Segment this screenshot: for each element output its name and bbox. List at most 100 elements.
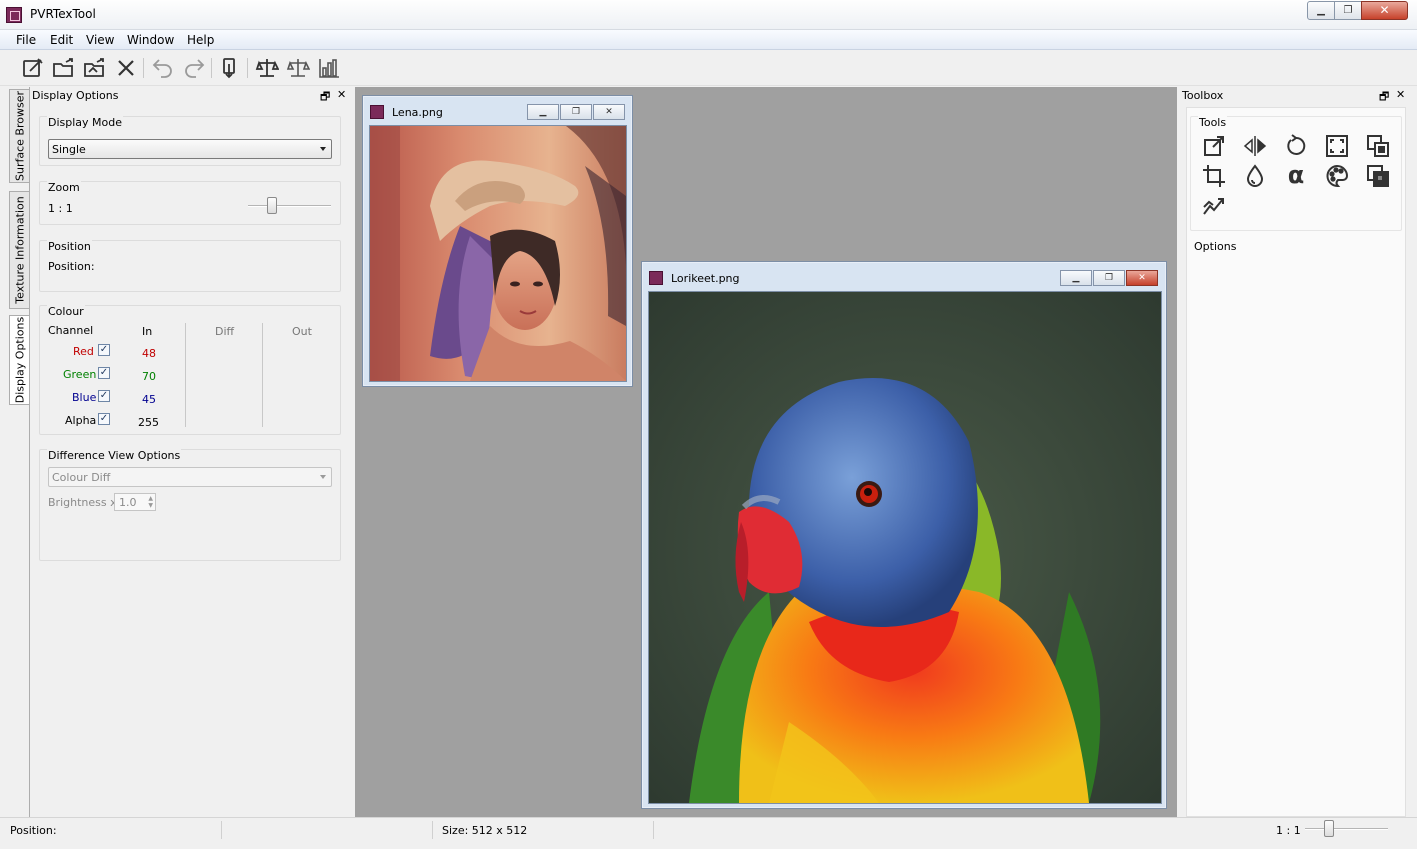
menu-view[interactable]: View (86, 33, 114, 47)
toolbar (0, 50, 1417, 86)
toolbar-separator (247, 58, 248, 78)
tab-surface-browser-label: Surface Browser (13, 91, 27, 181)
app-icon (370, 105, 384, 119)
mdi-title-bar[interactable]: Lorikeet.png ▁ ❐ ✕ (642, 262, 1166, 290)
panel-title: Display Options (30, 87, 350, 105)
menu-help[interactable]: Help (187, 33, 214, 47)
divider (185, 323, 186, 427)
new-icon[interactable] (21, 56, 45, 80)
channel-red-checkbox[interactable]: ✓ (98, 344, 110, 356)
spin-up-icon[interactable]: ▲ (148, 495, 153, 502)
channel-icon[interactable] (1242, 163, 1268, 189)
compare-alt-icon[interactable] (286, 56, 311, 80)
maximize-button[interactable]: ❐ (1334, 1, 1362, 20)
channel-green-checkbox[interactable]: ✓ (98, 367, 110, 379)
open-folder-icon[interactable] (83, 56, 107, 80)
channel-header: Channel (48, 324, 94, 337)
zoom-group: Zoom 1 : 1 (39, 181, 341, 225)
mipmap-icon[interactable] (1201, 193, 1227, 219)
redo-icon[interactable] (182, 56, 206, 80)
channel-blue-label: Blue (72, 391, 97, 404)
zoom-slider-track[interactable] (248, 205, 331, 207)
flip-icon[interactable] (1242, 133, 1268, 159)
divider (262, 323, 263, 427)
panel-title: Toolbox (1180, 87, 1408, 105)
undo-icon[interactable] (151, 56, 175, 80)
menu-edit[interactable]: Edit (50, 33, 73, 47)
tools-group: Tools α (1190, 116, 1402, 231)
alpha-icon[interactable]: α (1283, 163, 1309, 189)
diff-header: Diff (215, 325, 235, 338)
maximize-button[interactable]: ❐ (560, 104, 592, 120)
group-title: Colour (47, 305, 85, 318)
compare-icon[interactable] (255, 56, 280, 80)
channel-blue-checkbox[interactable]: ✓ (98, 390, 110, 402)
open-icon[interactable] (52, 56, 76, 80)
brightness-label: Brightness x (48, 496, 117, 509)
minimize-button[interactable]: ▁ (527, 104, 559, 120)
channel-alpha-checkbox[interactable]: ✓ (98, 413, 110, 425)
menu-file[interactable]: File (16, 33, 36, 47)
encode-icon[interactable] (218, 56, 242, 80)
spin-down-icon[interactable]: ▼ (148, 502, 153, 509)
brightness-spinbox[interactable]: 1.0 ▲ ▼ (114, 493, 156, 511)
status-divider (653, 821, 654, 839)
mdi-title-bar[interactable]: Lena.png ▁ ❐ ✕ (363, 96, 632, 124)
chevron-down-icon (320, 475, 326, 479)
close-icon[interactable] (114, 56, 138, 80)
difference-view-group: Difference View Options Colour Diff Brig… (39, 449, 341, 561)
channel-blue-value: 45 (142, 393, 156, 406)
title-bar: PVRTexTool ▁ ❐ ✕ (0, 0, 1417, 30)
channel-green-value: 70 (142, 370, 156, 383)
chevron-down-icon (320, 147, 326, 151)
resize-icon[interactable] (1201, 133, 1227, 159)
image-window-lena[interactable]: Lena.png ▁ ❐ ✕ (362, 95, 633, 387)
float-panel-button[interactable]: 🗗 (1379, 88, 1389, 107)
group-title: Position (47, 240, 92, 253)
image-window-lorikeet[interactable]: Lorikeet.png ▁ ❐ ✕ (641, 261, 1167, 809)
status-bar: Position: Size: 512 x 512 1 : 1 (0, 817, 1417, 849)
difference-mode-select[interactable]: Colour Diff (48, 467, 332, 487)
tab-display-options[interactable]: Display Options (9, 315, 30, 405)
display-mode-select[interactable]: Single (48, 139, 332, 159)
minimize-button[interactable]: ▁ (1060, 270, 1092, 286)
display-options-panel: Display Options 🗗 ✕ Display Mode Single … (30, 87, 350, 817)
histogram-icon[interactable] (317, 56, 341, 80)
normal-map-icon[interactable] (1365, 163, 1391, 189)
float-panel-button[interactable]: 🗗 (320, 88, 330, 107)
minimize-button[interactable]: ▁ (1307, 1, 1335, 20)
close-panel-button[interactable]: ✕ (337, 88, 346, 101)
channel-green-label: Green (63, 368, 97, 381)
tab-texture-information[interactable]: Texture Information (9, 191, 30, 309)
display-mode-value: Single (52, 143, 86, 156)
tab-texture-information-label: Texture Information (13, 196, 27, 304)
menu-window[interactable]: Window (127, 33, 174, 47)
maximize-button[interactable]: ❐ (1093, 270, 1125, 286)
close-window-button[interactable]: ✕ (1361, 1, 1408, 20)
close-panel-button[interactable]: ✕ (1396, 88, 1405, 101)
tab-display-options-label: Display Options (13, 316, 27, 404)
colour-group: Colour Channel In Diff Out Red ✓ 48 Gree… (39, 305, 341, 435)
close-button[interactable]: ✕ (1126, 270, 1158, 286)
rotate-icon[interactable] (1283, 133, 1309, 159)
close-button[interactable]: ✕ (593, 104, 625, 120)
tab-surface-browser[interactable]: Surface Browser (9, 89, 30, 183)
crop-icon[interactable] (1201, 163, 1227, 189)
status-size: Size: 512 x 512 (442, 824, 528, 837)
options-label: Options (1194, 240, 1237, 253)
group-title: Zoom (47, 181, 81, 194)
zoom-slider-thumb[interactable] (266, 197, 277, 214)
status-position: Position: (10, 824, 57, 837)
toolbar-separator (143, 58, 144, 78)
status-zoom-slider-track[interactable] (1305, 828, 1388, 830)
colour-icon[interactable] (1324, 163, 1350, 189)
border-icon[interactable] (1324, 133, 1350, 159)
status-divider (221, 821, 222, 839)
mdi-window-title: Lorikeet.png (671, 272, 740, 285)
app-icon (649, 271, 663, 285)
pre-multiply-icon[interactable] (1365, 133, 1391, 159)
status-zoom-slider-thumb[interactable] (1323, 820, 1334, 837)
toolbar-separator (211, 58, 212, 78)
position-group: Position Position: (39, 240, 341, 292)
difference-mode-value: Colour Diff (52, 471, 111, 484)
